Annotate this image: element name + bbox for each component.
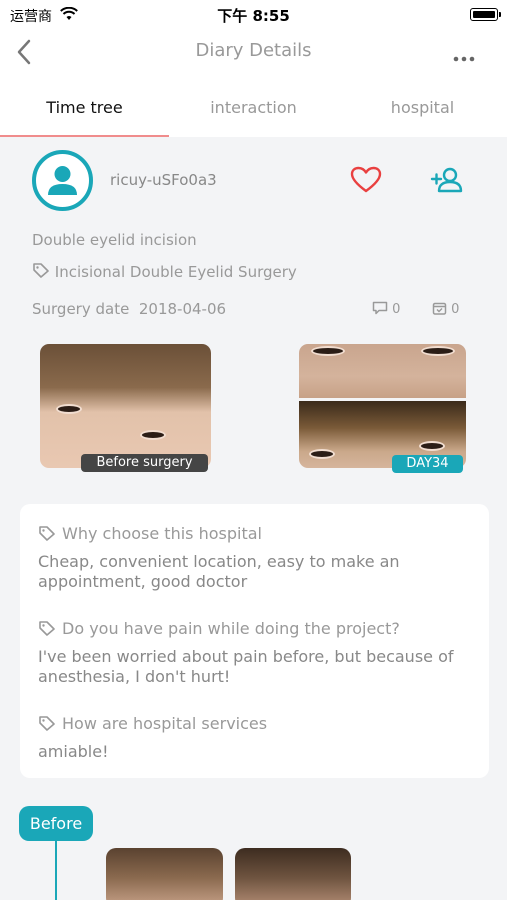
user-avatar-icon [48, 166, 77, 195]
qa-answer: amiable! [38, 742, 109, 761]
avatar[interactable] [32, 150, 93, 211]
timeline-stage-badge: Before [19, 806, 93, 841]
comment-count[interactable]: 0 [372, 301, 400, 317]
tag-icon [39, 716, 55, 731]
surgery-date-label: Surgery date [32, 300, 130, 318]
tab-bar: Time tree interaction hospital [0, 80, 507, 137]
page-title: Diary Details [195, 40, 312, 61]
battery-icon [470, 8, 501, 21]
username[interactable]: ricuy-uSFo0a3 [110, 171, 217, 189]
before-photo[interactable] [40, 344, 211, 468]
project-name: Double eyelid incision [32, 231, 197, 249]
qa-question-text: Do you have pain while doing the project… [62, 619, 400, 638]
comment-icon [372, 301, 388, 315]
before-surgery-label: Before surgery [81, 454, 208, 472]
after-photo-top[interactable] [299, 344, 466, 398]
day-label: DAY34 [392, 455, 463, 473]
tag-icon [39, 526, 55, 541]
follow-button[interactable] [430, 166, 464, 198]
qa-question: How are hospital services [38, 714, 267, 733]
heart-icon [350, 166, 382, 193]
more-button[interactable] [452, 48, 476, 67]
more-dots-icon [453, 56, 475, 62]
add-user-icon [430, 167, 463, 193]
status-bar: 运营商 下午 8:55 [0, 0, 507, 30]
surgery-date-value: 2018-04-06 [138, 300, 227, 318]
timeline-photo[interactable] [106, 848, 223, 900]
timeline-photo[interactable] [235, 848, 351, 900]
qa-answer: Cheap, convenient location, easy to make… [38, 552, 400, 591]
tag-icon [39, 621, 55, 636]
calendar-icon [432, 302, 447, 315]
tab-interaction[interactable]: interaction [169, 80, 338, 137]
tag-row[interactable]: Incisional Double Eyelid Surgery [32, 262, 297, 282]
tag-icon [32, 263, 50, 282]
qa-question-text: How are hospital services [62, 714, 268, 733]
qa-question-text: Why choose this hospital [62, 524, 262, 543]
comment-count-value: 0 [392, 302, 401, 317]
calendar-count[interactable]: 0 [432, 301, 459, 317]
qa-answer: I've been worried about pain before, but… [38, 647, 454, 686]
calendar-count-value: 0 [451, 302, 460, 317]
qa-question: Do you have pain while doing the project… [38, 619, 400, 638]
timeline-line [55, 841, 57, 900]
tab-time-tree[interactable]: Time tree [0, 80, 169, 137]
tag-label: Incisional Double Eyelid Surgery [54, 263, 297, 281]
surgery-date-row: Surgery date 2018-04-06 [32, 300, 226, 318]
like-button[interactable] [350, 166, 382, 198]
tab-hospital[interactable]: hospital [338, 80, 507, 137]
status-time: 下午 8:55 [217, 7, 290, 25]
qa-question: Why choose this hospital [38, 524, 262, 543]
qa-card [20, 504, 489, 778]
